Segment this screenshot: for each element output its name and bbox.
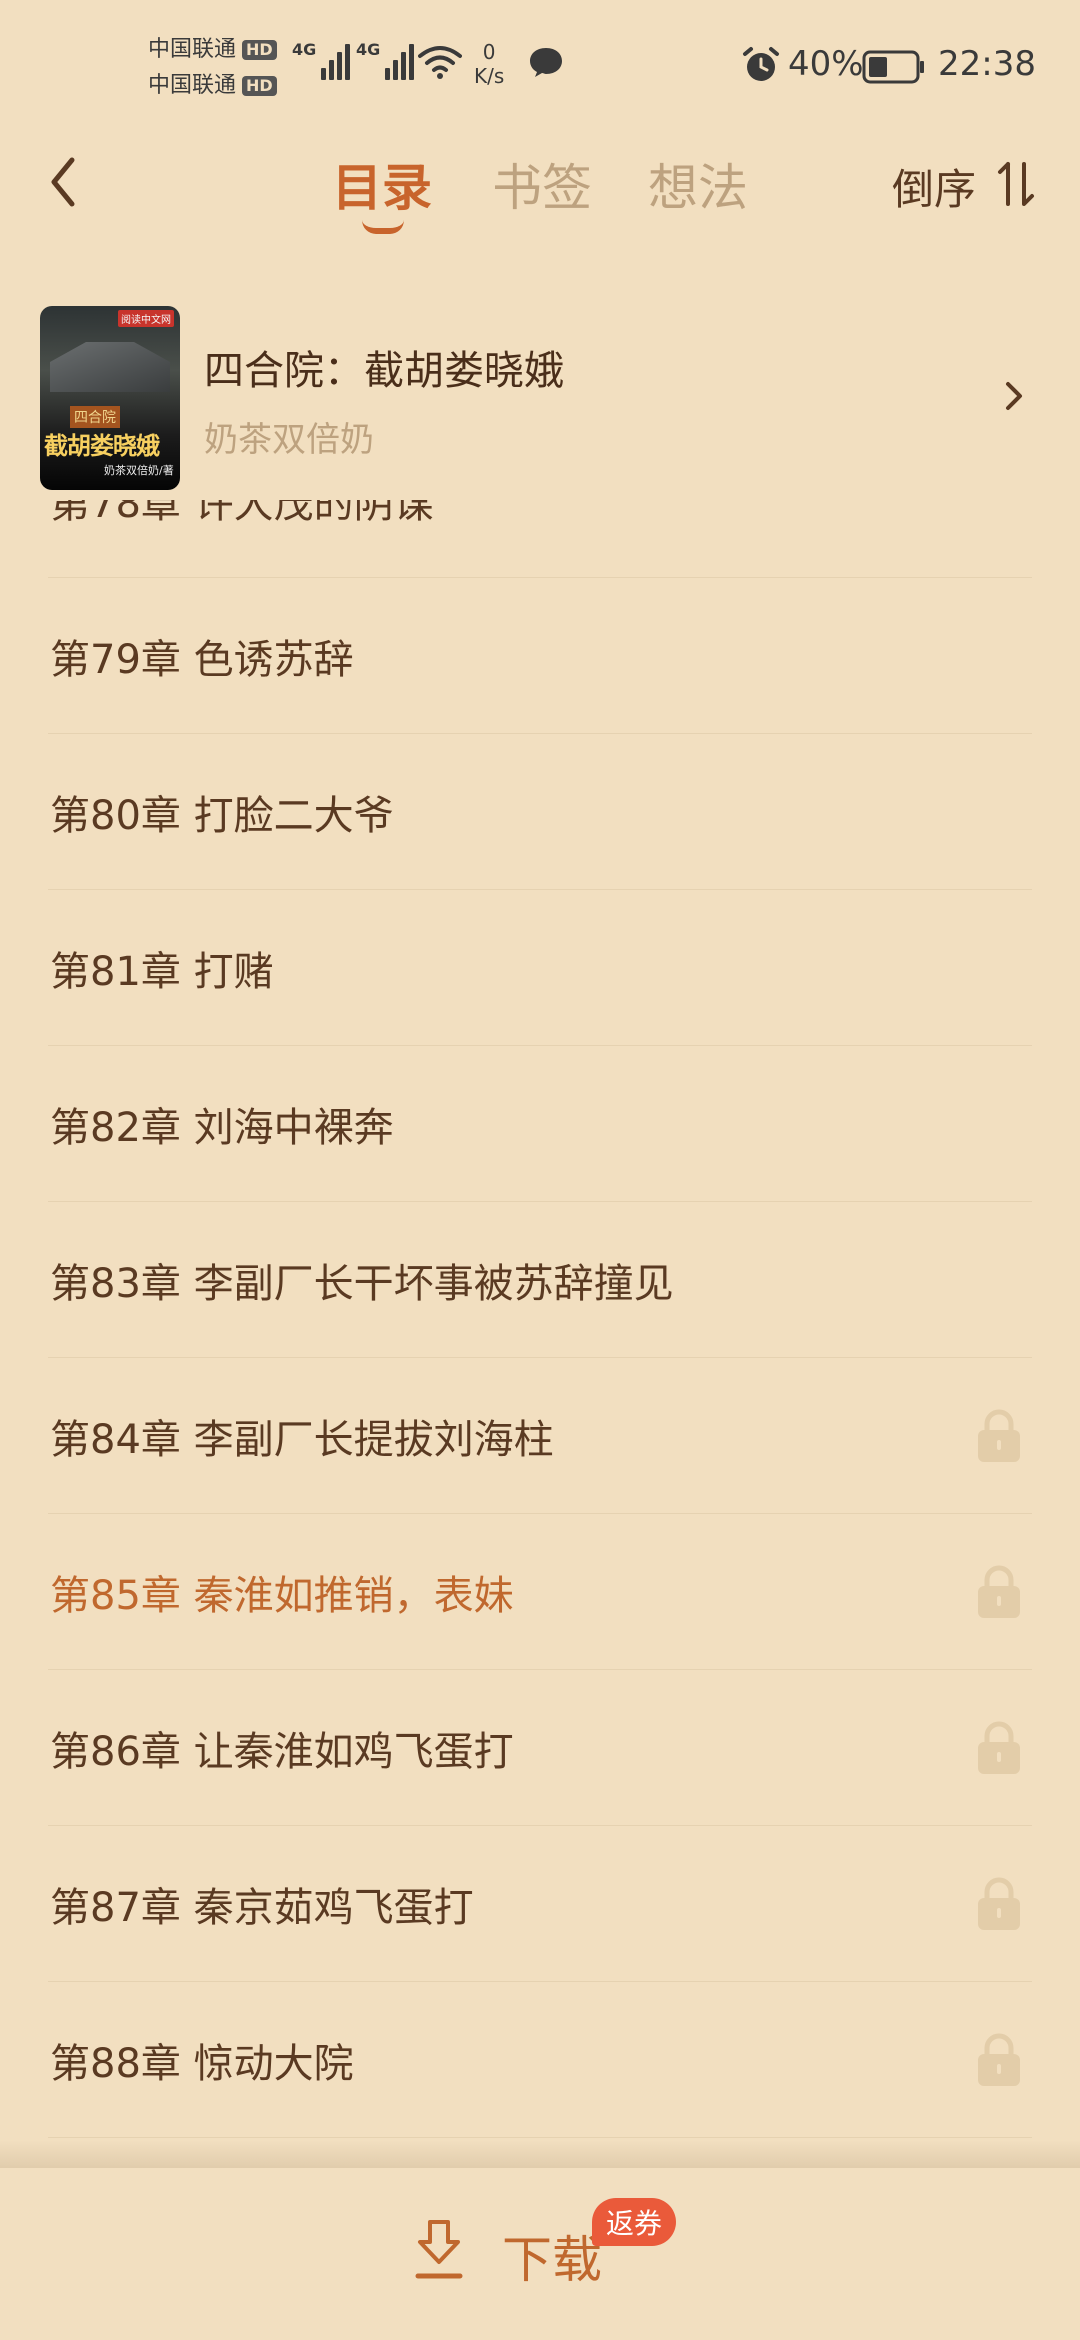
carrier-name-2: 中国联通: [148, 73, 237, 98]
status-bar: 中国联通 HD 中国联通 HD 4G 4G 0 K/s 40% 22:38: [0, 0, 1080, 130]
lock-icon: [978, 1721, 1020, 1774]
chapter-item[interactable]: 第80章 打脸二大爷: [48, 734, 1032, 890]
cover-subtitle: 四合院: [70, 406, 120, 428]
toc-header: 目录 书签 想法 倒序: [0, 130, 1080, 240]
alarm-icon: [743, 47, 779, 81]
chapter-item[interactable]: 第82章 刘海中裸奔: [48, 1046, 1032, 1202]
signal-icon: 4G: [292, 40, 351, 80]
lock-icon: [978, 1565, 1020, 1618]
lock-icon: [978, 2033, 1020, 2086]
tab-bookmarks[interactable]: 书签: [492, 148, 592, 220]
carrier-info: 中国联通 HD 中国联通 HD: [148, 32, 277, 104]
message-icon: [530, 48, 562, 77]
chapter-item[interactable]: 第81章 打赌: [48, 890, 1032, 1046]
tab-contents[interactable]: 目录: [332, 148, 432, 220]
chevron-right-icon[interactable]: [1004, 378, 1024, 414]
chapter-title: 第81章 打赌: [50, 948, 274, 995]
signal-icon: 4G: [356, 40, 415, 80]
clock: 22:38: [938, 44, 1036, 84]
battery-percent: 40%: [788, 44, 864, 84]
net-speed: 0 K/s: [474, 40, 505, 88]
book-cover[interactable]: 阅读中文网 四合院 截胡娄晓娥 奶茶双倍奶/著: [40, 306, 180, 490]
book-author: 奶茶双倍奶: [204, 420, 374, 460]
chapter-list: 第78章 许大茂的阴谋 第79章 色诱苏辞 第80章 打脸二大爷 第81章 打赌…: [0, 422, 1080, 2138]
cover-courtyard-image: [50, 342, 170, 392]
hd-badge: HD: [242, 40, 277, 60]
chapter-item[interactable]: 第79章 色诱苏辞: [48, 578, 1032, 734]
sort-order-icon[interactable]: [996, 160, 1036, 208]
hd-badge: HD: [242, 76, 277, 96]
lock-icon: [978, 1877, 1020, 1930]
chapter-item-current[interactable]: 第85章 秦淮如推销，表妹: [48, 1514, 1032, 1670]
chapter-title: 第83章 李副厂长干坏事被苏辞撞见: [50, 1260, 674, 1307]
bottom-bar: 下载 返券: [0, 2168, 1080, 2340]
lock-icon: [978, 1409, 1020, 1462]
active-tab-indicator: [362, 220, 404, 234]
chapter-title: 第85章 秦淮如推销，表妹: [50, 1572, 514, 1619]
chapter-item[interactable]: 第84章 李副厂长提拔刘海柱: [48, 1358, 1032, 1514]
bottom-bar-shadow: [0, 2140, 1080, 2170]
sort-order-button[interactable]: 倒序: [892, 156, 976, 217]
back-chevron-icon[interactable]: [44, 152, 80, 212]
cover-title: 截胡娄晓娥: [44, 432, 160, 460]
carrier-name-1: 中国联通: [148, 37, 237, 62]
chapter-item[interactable]: 第83章 李副厂长干坏事被苏辞撞见: [48, 1202, 1032, 1358]
cover-author: 奶茶双倍奶/著: [104, 464, 174, 477]
chapter-title: 第80章 打脸二大爷: [50, 792, 394, 839]
book-title: 四合院：截胡娄晓娥: [204, 348, 564, 394]
tab-thoughts[interactable]: 想法: [648, 148, 748, 220]
chapter-title: 第88章 惊动大院: [50, 2040, 354, 2087]
chapter-title: 第79章 色诱苏辞: [50, 636, 354, 683]
book-info-card[interactable]: 阅读中文网 四合院 截胡娄晓娥 奶茶双倍奶/著 四合院：截胡娄晓娥 奶茶双倍奶: [0, 300, 1080, 500]
chapter-item[interactable]: 第86章 让秦淮如鸡飞蛋打: [48, 1670, 1032, 1826]
chapter-item[interactable]: 第87章 秦京茹鸡飞蛋打: [48, 1826, 1032, 1982]
download-label: 下载: [502, 2231, 602, 2289]
chapter-item[interactable]: 第88章 惊动大院: [48, 1982, 1032, 2138]
download-icon: [415, 2220, 463, 2279]
chapter-title: 第87章 秦京茹鸡飞蛋打: [50, 1884, 474, 1931]
chapter-title: 第82章 刘海中裸奔: [50, 1104, 394, 1151]
chapter-title: 第86章 让秦淮如鸡飞蛋打: [50, 1728, 514, 1775]
coupon-badge: 返券: [592, 2198, 677, 2246]
battery-icon: [862, 50, 924, 84]
cover-publisher: 阅读中文网: [118, 310, 174, 327]
wifi-icon: [418, 46, 462, 79]
chapter-title: 第84章 李副厂长提拔刘海柱: [50, 1416, 554, 1463]
